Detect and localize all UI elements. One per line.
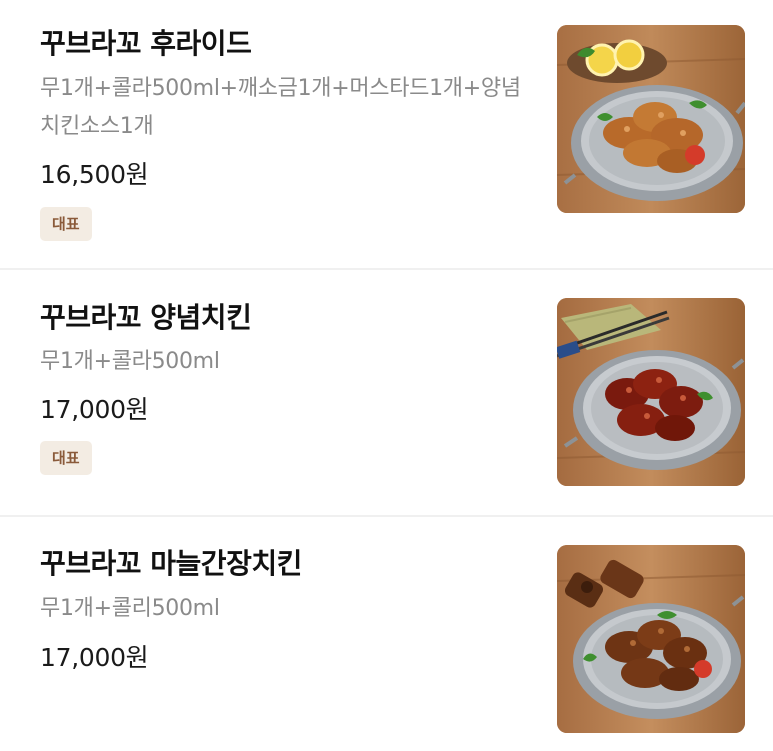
menu-item-garlic-soy[interactable] [0, 517, 773, 751]
menu-item-fried[interactable] [0, 0, 773, 270]
menu-item-seasoned[interactable] [0, 270, 773, 517]
menu-list: 꾸브라꼬 후라이드 무1개+콜라500ml+깨소금1개+머스타드1개+양념치킨소… [0, 0, 773, 751]
